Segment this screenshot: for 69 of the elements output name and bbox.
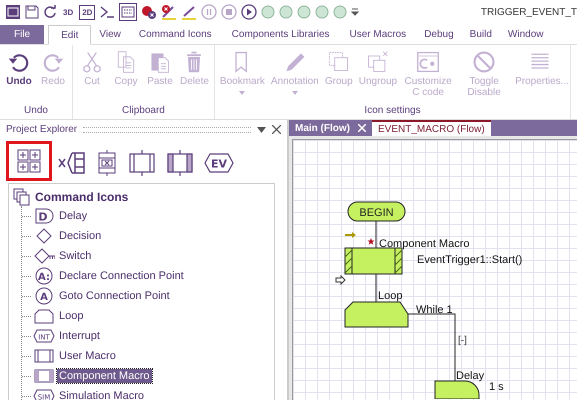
- pages-icon: [13, 188, 31, 206]
- delay-value: 1 s: [489, 381, 504, 393]
- 2d-view-button[interactable]: 2D: [79, 4, 96, 20]
- loop-block: [344, 302, 408, 328]
- macro-icon: [33, 348, 55, 364]
- ungroup-icon: [366, 50, 390, 74]
- ribbon-tab[interactable]: User Macros: [340, 25, 416, 44]
- tree-item[interactable]: User Macro: [57, 349, 118, 363]
- scissors-icon: [80, 50, 104, 74]
- dropdown-icon[interactable]: [257, 126, 266, 132]
- tree-item[interactable]: Switch: [57, 249, 94, 263]
- loop-condition: While 1: [416, 304, 453, 316]
- tree-item[interactable]: Component Macro: [57, 369, 152, 383]
- component-macro-block: [344, 248, 402, 274]
- file-menu-button[interactable]: File: [0, 25, 44, 44]
- save-icon[interactable]: [25, 5, 39, 19]
- delay-block: [434, 380, 480, 399]
- tree-item[interactable]: Simulation Macro: [57, 389, 146, 400]
- document-tab[interactable]: EVENT_MACRO (Flow): [372, 120, 491, 136]
- hollow-arrow-icon: [336, 274, 346, 286]
- tree-item[interactable]: Interrupt: [57, 329, 102, 343]
- breakpoint-clear-icon[interactable]: [141, 4, 158, 20]
- tree-item[interactable]: Decision: [57, 229, 104, 243]
- ribbon-group-label: Undo: [24, 105, 48, 118]
- connection-point-icon: A: [33, 287, 55, 305]
- ribbon-tab[interactable]: Window: [500, 25, 546, 44]
- pen-clear-icon[interactable]: [161, 4, 178, 20]
- panel-title: Project Explorer: [6, 124, 78, 135]
- group-icon: [326, 50, 351, 74]
- 3d-view-button[interactable]: 3D: [61, 6, 76, 18]
- delay-icon: D: [33, 208, 55, 224]
- ribbon-tab[interactable]: Build: [462, 25, 500, 44]
- ribbon-tab[interactable]: Components Libraries: [222, 25, 340, 44]
- pen-icon[interactable]: [181, 4, 198, 20]
- ribbon-group-label: Icon settings: [364, 105, 421, 118]
- close-icon[interactable]: [272, 125, 281, 134]
- tree-item[interactable]: Delay: [57, 209, 90, 223]
- refresh-icon[interactable]: [43, 5, 57, 19]
- tree-root-label[interactable]: Command Icons: [35, 190, 128, 204]
- switch-icon: [33, 247, 55, 265]
- tree-item[interactable]: Goto Connection Point: [57, 289, 172, 303]
- ribbon-group-label: Clipboard: [122, 105, 165, 118]
- arrow-icon: [345, 232, 356, 238]
- loop-icon: [33, 308, 55, 324]
- begin-terminal: BEGIN: [348, 202, 406, 222]
- console-icon[interactable]: [99, 5, 116, 19]
- prohibited-icon: [472, 50, 496, 74]
- overflow-icon[interactable]: [351, 7, 360, 17]
- tree-item[interactable]: Loop: [57, 309, 86, 323]
- macro-title: Component Macro: [379, 238, 470, 250]
- app-logo-icon[interactable]: [5, 4, 21, 20]
- ribbon-tab[interactable]: Debug: [416, 25, 462, 44]
- tree-item[interactable]: Declare Connection Point: [57, 269, 186, 283]
- undo-button[interactable]: Undo: [2, 45, 36, 105]
- loop-title: Loop: [378, 290, 402, 302]
- component-macro-icon: [33, 368, 55, 384]
- code-file-icon: [416, 50, 440, 74]
- grid-icon[interactable]: [6, 141, 52, 181]
- connection-point-icon: A:: [33, 267, 55, 285]
- calendar-icon[interactable]: [119, 3, 138, 21]
- delay-title: Delay: [456, 370, 484, 382]
- play-icon[interactable]: [241, 4, 258, 20]
- ribbon-tab[interactable]: View: [91, 25, 129, 44]
- window-title: TRIGGER_EVENT_T: [480, 6, 577, 18]
- collapse-toggle[interactable]: [-]: [458, 335, 467, 346]
- ribbon-tab[interactable]: Edit: [48, 25, 92, 45]
- star-icon: [368, 238, 374, 245]
- ribbon-tab[interactable]: Command Icons: [128, 25, 222, 44]
- macro-call: EventTrigger1::Start(): [417, 254, 522, 266]
